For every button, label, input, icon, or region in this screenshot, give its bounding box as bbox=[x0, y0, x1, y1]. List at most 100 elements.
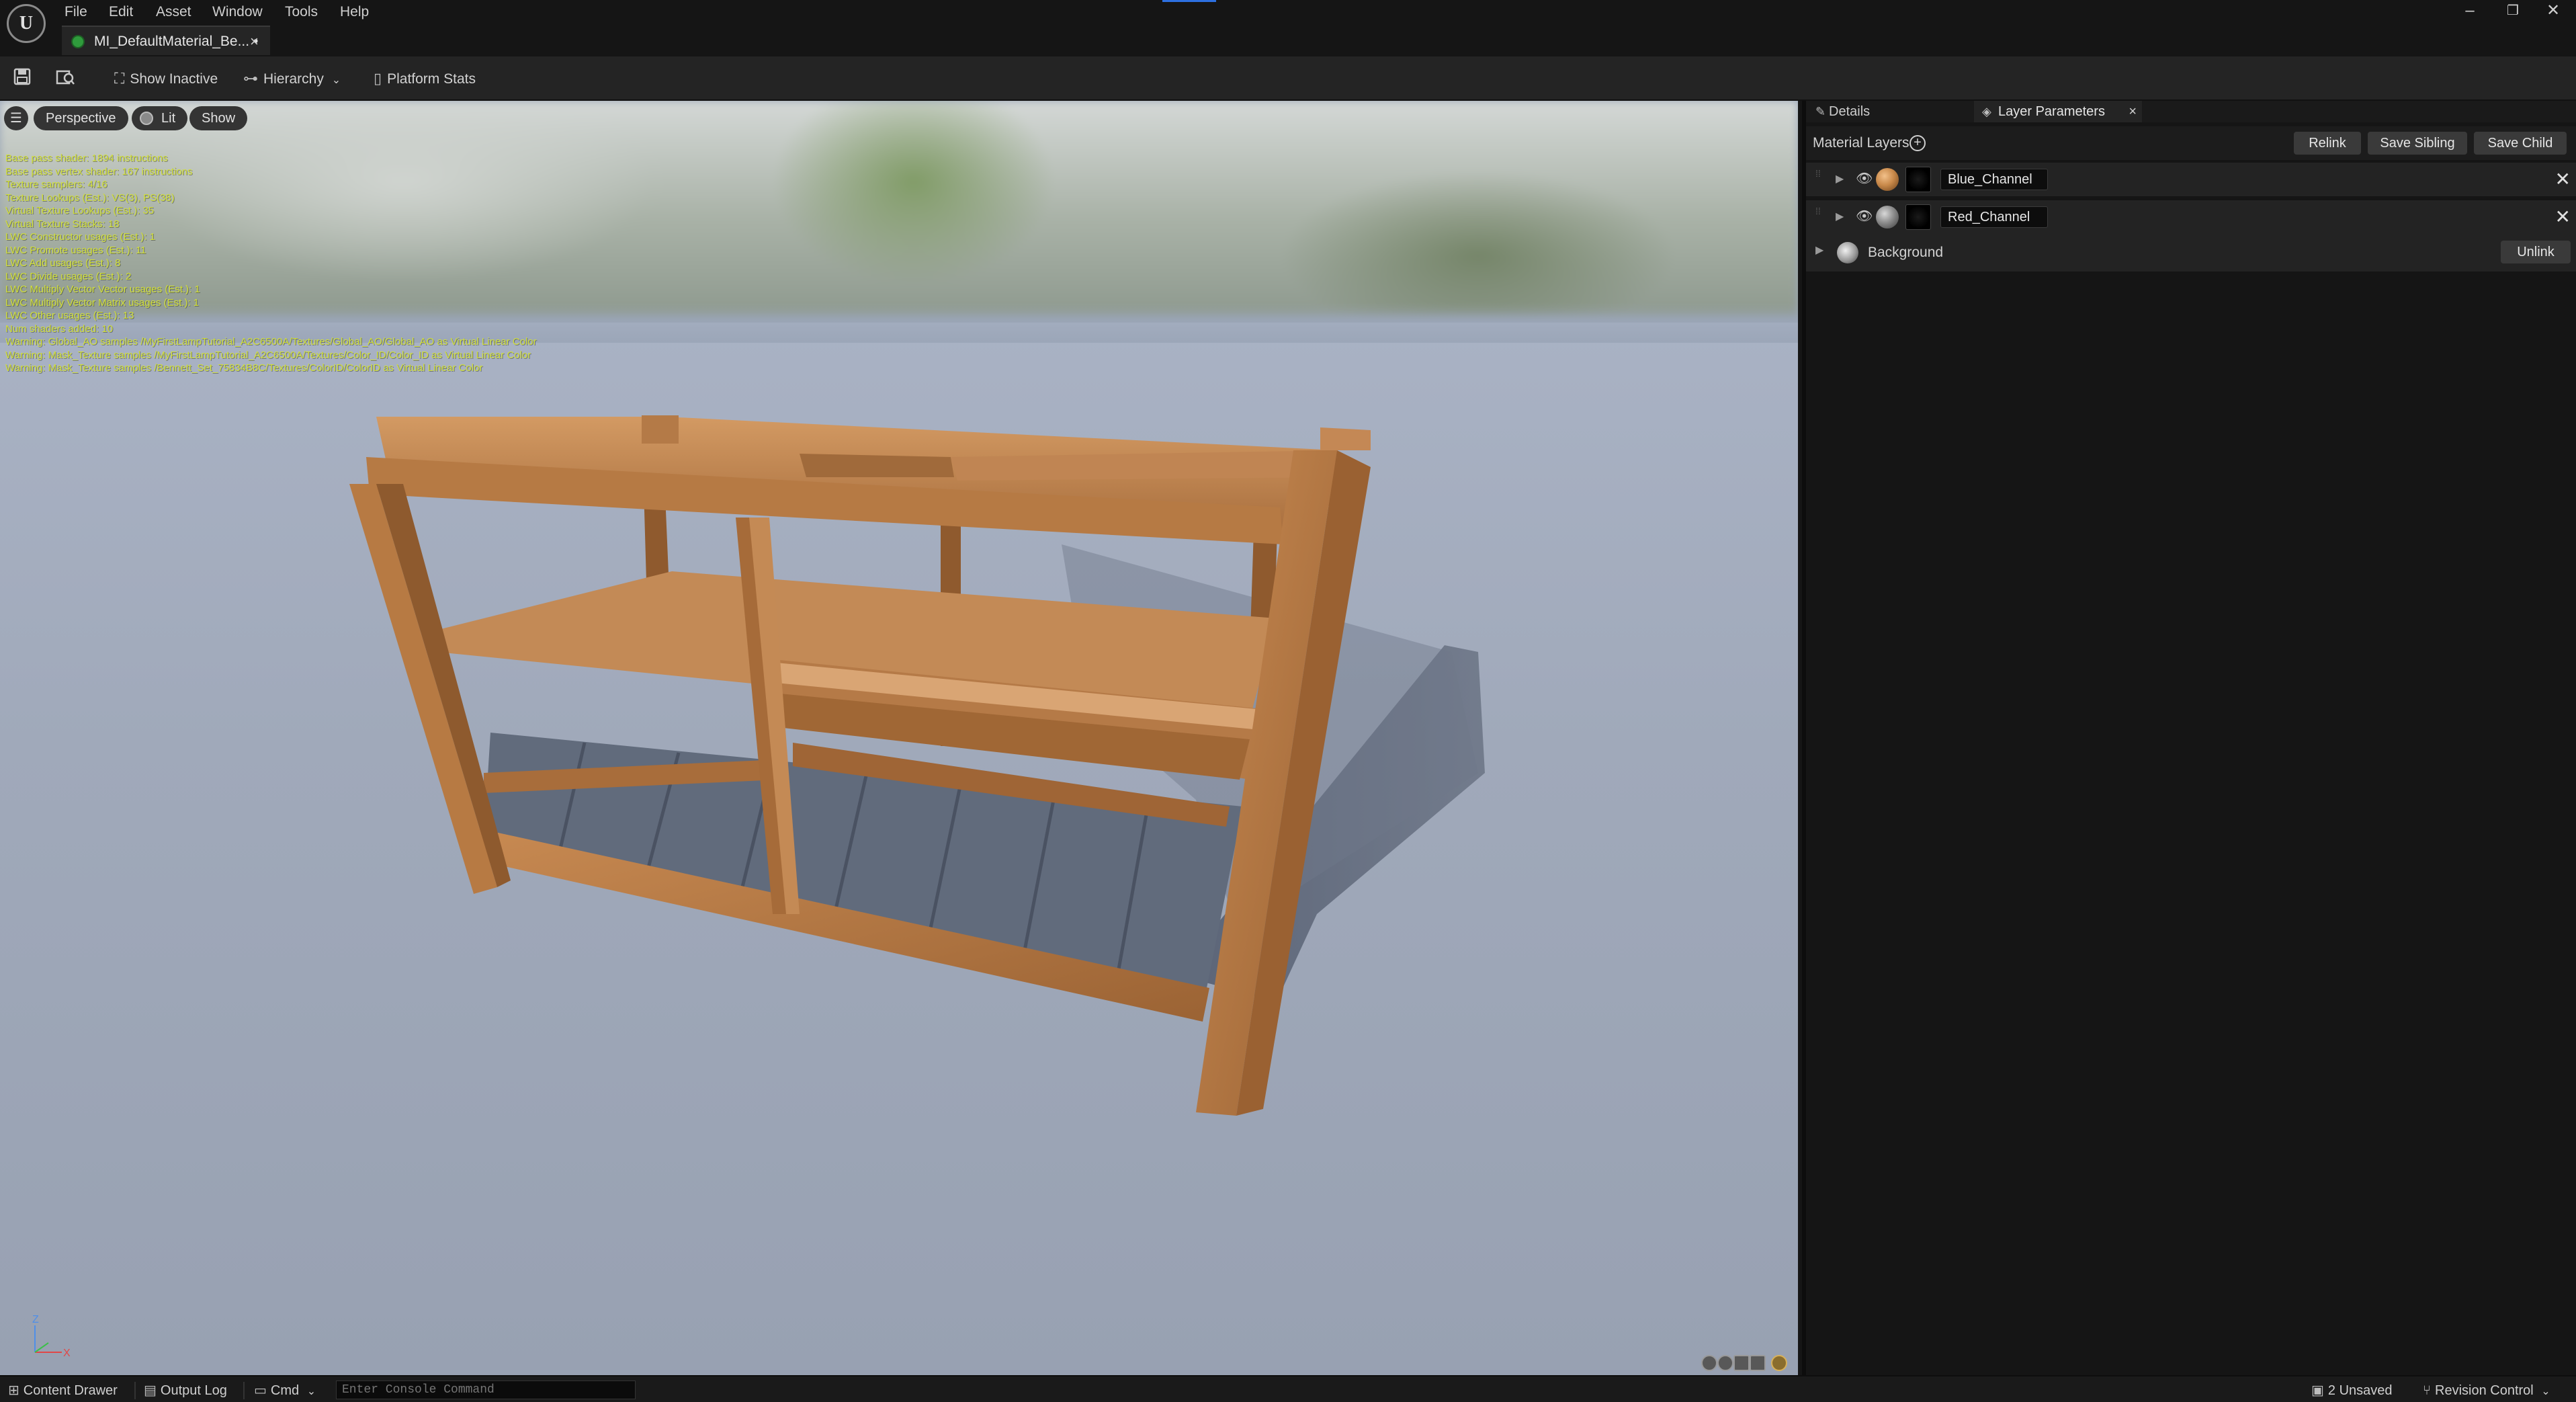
axis-z-label: Z bbox=[32, 1314, 39, 1325]
terminal-icon: ▭ bbox=[254, 1383, 267, 1398]
lit-sphere-icon bbox=[140, 112, 153, 125]
layer-material-thumbnail bbox=[1876, 168, 1899, 191]
shader-stat-line: Num shaders added: 10 bbox=[5, 323, 114, 335]
panel-tab-strip: ✎ Details ◈ Layer Parameters × bbox=[1806, 101, 2576, 122]
show-flags-button[interactable]: Show bbox=[189, 106, 248, 130]
cube-preview-icon[interactable] bbox=[1750, 1355, 1766, 1371]
content-drawer-icon: ⊞ bbox=[8, 1383, 19, 1398]
menu-help[interactable]: Help bbox=[340, 2, 369, 22]
filter-icon: ⛶ bbox=[114, 70, 125, 87]
menu-window[interactable]: Window bbox=[212, 2, 263, 22]
status-bar: ⊞Content Drawer ▤Output Log ▭Cmd ⌄ ▣2 Un… bbox=[0, 1375, 2576, 1402]
viewport-options-menu-icon[interactable]: ☰ bbox=[4, 106, 28, 130]
shader-stat-line: Base pass vertex shader: 167 instruction… bbox=[5, 165, 193, 177]
save-icon[interactable] bbox=[11, 67, 34, 90]
layers-icon: ◈ bbox=[1982, 105, 1991, 118]
asset-toolbar: ⛶ Show Inactive ⊶ Hierarchy ⌄ ▯ Platform St… bbox=[0, 56, 2576, 101]
chevron-down-icon: ⌄ bbox=[306, 1386, 316, 1397]
output-log-icon: ▤ bbox=[144, 1383, 157, 1398]
visibility-eye-icon[interactable]: 👁 bbox=[1856, 208, 1873, 224]
material-preview-viewport[interactable]: ☰ Perspective Lit Show Base pass shader:… bbox=[0, 101, 1798, 1375]
chevron-down-icon: ⌄ bbox=[2541, 1386, 2550, 1397]
asset-tab-close-icon[interactable]: × bbox=[250, 32, 259, 51]
layer-parameters-panel: ✎ Details ◈ Layer Parameters × Material … bbox=[1802, 101, 2576, 1375]
perspective-view-button[interactable]: Perspective bbox=[34, 106, 128, 130]
background-layer-thumbnail bbox=[1837, 242, 1858, 263]
blend-mask-thumbnail bbox=[1905, 204, 1931, 230]
revision-control-icon: ⑂ bbox=[2423, 1383, 2431, 1398]
platform-stats-icon: ▯ bbox=[374, 70, 382, 87]
layer-name-field[interactable]: Red_Channel bbox=[1940, 206, 2048, 228]
console-command-input[interactable] bbox=[336, 1380, 636, 1399]
status-divider bbox=[134, 1382, 136, 1399]
chevron-down-icon: ⌄ bbox=[331, 75, 341, 86]
cmd-dropdown[interactable]: ▭ Cmd ⌄ bbox=[254, 1380, 316, 1401]
title-bar: U File Edit Asset Window Tools Help MI_D… bbox=[0, 0, 2576, 56]
drag-handle-icon[interactable]: ⁞⁞ bbox=[1815, 169, 1821, 188]
material-layers-header: Material Layers + Relink Save Sibling Sa… bbox=[1806, 126, 2576, 160]
tab-layer-parameters[interactable]: ◈ Layer Parameters × bbox=[1974, 101, 2142, 122]
custom-mesh-preview-icon[interactable] bbox=[1771, 1355, 1787, 1371]
unsaved-files-icon: ▣ bbox=[2311, 1383, 2324, 1398]
status-divider bbox=[243, 1382, 245, 1399]
axis-gizmo: Z X bbox=[32, 1314, 71, 1359]
shader-stat-line: LWC Add usages (Est.): 8 bbox=[5, 257, 121, 269]
relink-button[interactable]: Relink bbox=[2294, 132, 2361, 155]
hierarchy-icon: ⊶ bbox=[243, 70, 258, 87]
remove-layer-icon[interactable]: ✕ bbox=[2555, 168, 2571, 191]
save-sibling-button[interactable]: Save Sibling bbox=[2368, 132, 2467, 155]
plane-preview-icon[interactable] bbox=[1733, 1355, 1750, 1371]
shader-stat-line: Warning: Global_AO samples /MyFirstLampT… bbox=[5, 336, 537, 347]
tab-close-icon[interactable]: × bbox=[2129, 101, 2137, 122]
remove-layer-icon[interactable]: ✕ bbox=[2555, 206, 2571, 229]
hierarchy-dropdown[interactable]: ⊶ Hierarchy ⌄ bbox=[243, 66, 341, 91]
drag-handle-icon[interactable]: ⁞⁞ bbox=[1815, 206, 1821, 226]
close-window-button[interactable]: ✕ bbox=[2533, 0, 2573, 23]
shader-stat-line: Warning: Mask_Texture samples /MyFirstLa… bbox=[5, 349, 531, 361]
background-label: Background bbox=[1868, 245, 1944, 260]
add-layer-icon[interactable]: + bbox=[1909, 135, 1926, 151]
lit-view-mode-button[interactable]: Lit bbox=[132, 106, 188, 130]
shader-stat-line: Texture Lookups (Est.): VS(3), PS(38) bbox=[5, 192, 175, 204]
tab-details[interactable]: ✎ Details bbox=[1810, 101, 1971, 122]
menu-file[interactable]: File bbox=[65, 2, 87, 22]
material-layers-title: Material Layers bbox=[1813, 135, 1909, 151]
shader-stat-line: LWC Divide usages (Est.): 2 bbox=[5, 270, 132, 282]
layer-name-field[interactable]: Blue_Channel bbox=[1940, 169, 2048, 190]
shader-stat-line: Virtual Texture Lookups (Est.): 35 bbox=[5, 205, 155, 216]
unreal-logo-icon[interactable]: U bbox=[7, 4, 46, 43]
asset-tab-material-instance[interactable]: MI_DefaultMaterial_Be... • × bbox=[62, 26, 270, 55]
layer-row-red-channel[interactable]: ⁞⁞ ▶ 👁 Red_Channel ✕ bbox=[1806, 200, 2576, 235]
asset-tab-label: MI_DefaultMaterial_Be... bbox=[94, 34, 250, 49]
shader-stat-line: Base pass shader: 1894 instructions bbox=[5, 153, 168, 164]
layer-row-blue-channel[interactable]: ⁞⁞ ▶ 👁 Blue_Channel ✕ bbox=[1806, 163, 2576, 198]
menu-asset[interactable]: Asset bbox=[156, 2, 191, 22]
output-log-button[interactable]: ▤ Output Log bbox=[144, 1380, 227, 1401]
browse-icon[interactable] bbox=[54, 67, 77, 90]
menu-tools[interactable]: Tools bbox=[285, 2, 318, 22]
activity-indicator bbox=[1162, 0, 1216, 2]
pencil-icon: ✎ bbox=[1815, 105, 1826, 118]
revision-control-button[interactable]: ⑂ Revision Control ⌄ bbox=[2423, 1380, 2550, 1401]
expand-arrow-icon[interactable]: ▶ bbox=[1815, 243, 1823, 258]
cylinder-preview-icon[interactable] bbox=[1701, 1355, 1717, 1371]
sphere-preview-icon[interactable] bbox=[1717, 1355, 1733, 1371]
expand-arrow-icon[interactable]: ▶ bbox=[1836, 210, 1844, 224]
layer-material-thumbnail bbox=[1876, 206, 1899, 229]
expand-arrow-icon[interactable]: ▶ bbox=[1836, 172, 1844, 187]
material-instance-icon bbox=[71, 35, 85, 48]
save-child-button[interactable]: Save Child bbox=[2474, 132, 2567, 155]
minimize-button[interactable]: – bbox=[2450, 0, 2490, 23]
platform-stats-button[interactable]: ▯ Platform Stats bbox=[374, 66, 476, 91]
shader-stats-overlay: Base pass shader: 1894 instructions Base … bbox=[5, 152, 537, 375]
show-inactive-button[interactable]: ⛶ Show Inactive bbox=[114, 66, 218, 91]
layer-row-background[interactable]: ▶ Background Unlink bbox=[1806, 234, 2576, 272]
unsaved-assets-button[interactable]: ▣ 2 Unsaved bbox=[2311, 1380, 2393, 1401]
visibility-eye-icon[interactable]: 👁 bbox=[1856, 171, 1873, 187]
shader-stat-line: LWC Multiply Vector Vector usages (Est.)… bbox=[5, 284, 200, 295]
content-drawer-button[interactable]: ⊞ Content Drawer bbox=[8, 1380, 118, 1401]
unlink-button[interactable]: Unlink bbox=[2501, 241, 2571, 263]
menu-edit[interactable]: Edit bbox=[109, 2, 133, 22]
restore-button[interactable]: ❐ bbox=[2493, 0, 2533, 23]
shader-stat-line: LWC Multiply Vector Matrix usages (Est.)… bbox=[5, 296, 200, 308]
